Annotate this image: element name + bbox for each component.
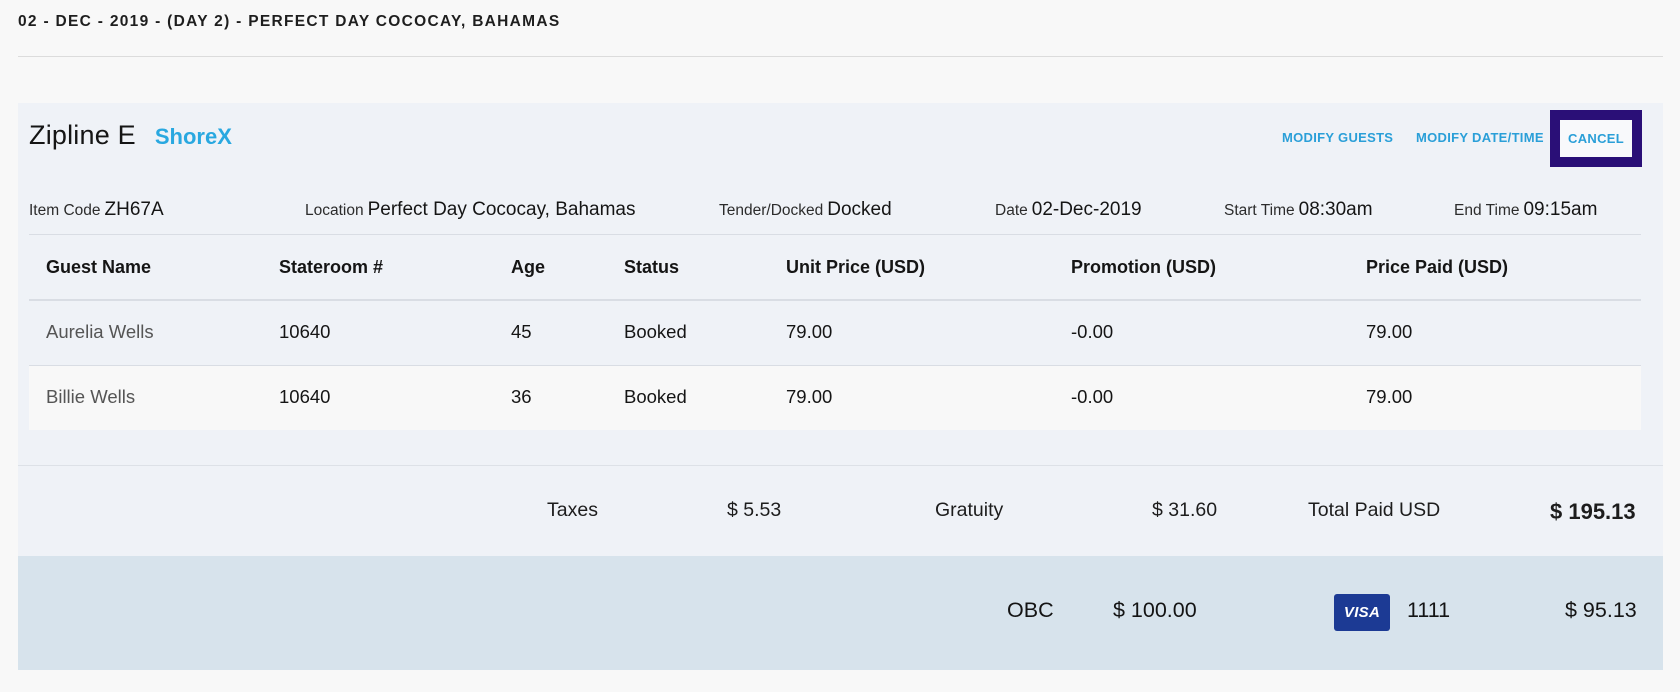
column-header: Guest Name [46, 257, 152, 277]
end-time-value: 09:15am [1523, 199, 1598, 220]
gratuity-value: $ 31.60 [1152, 499, 1218, 521]
status: Booked [624, 321, 687, 342]
stateroom: 10640 [279, 386, 331, 407]
card-brand: VISA [1343, 604, 1381, 621]
column-header: Price Paid (USD) [1366, 257, 1509, 277]
promotion: -0.00 [1071, 321, 1114, 342]
date-label: Date [995, 202, 1028, 219]
taxes-value: $ 5.53 [727, 499, 782, 521]
location-label: Location [305, 202, 364, 219]
card-amount: $ 95.13 [1565, 598, 1637, 622]
day-header: 02 - DEC - 2019 - (DAY 2) - PERFECT DAY … [18, 13, 561, 30]
column-header: Status [624, 257, 680, 277]
payment-band: OBC $ 100.00 VISA 1111 $ 95.13 [18, 556, 1663, 670]
guest-name: Aurelia Wells [46, 321, 154, 342]
stateroom: 10640 [279, 321, 331, 342]
obc-label: OBC [1007, 598, 1054, 622]
end-time-label: End Time [1454, 202, 1520, 219]
item-title: Zipline E [29, 120, 136, 150]
visa-card-icon: VISA [1334, 594, 1390, 631]
item-code-value: ZH67A [104, 199, 164, 220]
date: Date 02-Dec-2019 [995, 199, 1142, 223]
booking-card: Zipline E ShoreX MODIFY GUESTS MODIFY DA… [18, 103, 1663, 670]
price-paid: 79.00 [1366, 321, 1413, 342]
column-header: Stateroom # [279, 257, 384, 277]
divider [18, 465, 1663, 466]
gratuity-label: Gratuity [935, 499, 1004, 521]
guest-name: Billie Wells [46, 386, 136, 407]
divider [18, 56, 1663, 57]
modify-date-time-link[interactable]: MODIFY DATE/TIME [1416, 130, 1544, 145]
tender-docked: Tender/Docked Docked [719, 199, 892, 223]
end-time: End Time 09:15am [1454, 199, 1597, 223]
unit-price: 79.00 [786, 321, 833, 342]
taxes-label: Taxes [547, 499, 598, 521]
item-category: ShoreX [154, 124, 232, 149]
start-time-value: 08:30am [1298, 199, 1373, 220]
start-time-label: Start Time [1224, 202, 1295, 219]
start-time: Start Time 08:30am [1224, 199, 1373, 223]
card-last4: 1111 [1407, 598, 1451, 622]
total-paid-label: Total Paid USD [1308, 499, 1441, 521]
total-paid-value: $ 195.13 [1550, 499, 1636, 524]
tender-label: Tender/Docked [719, 202, 824, 219]
column-header: Unit Price (USD) [786, 257, 926, 277]
location: Location Perfect Day Cococay, Bahamas [305, 199, 635, 223]
age: 45 [511, 321, 532, 342]
location-value: Perfect Day Cococay, Bahamas [367, 199, 636, 220]
promotion: -0.00 [1071, 386, 1114, 407]
table-row: Aurelia Wells 10640 45 Booked 79.00 -0.0… [29, 301, 1641, 365]
cancel-button[interactable]: CANCEL [1550, 110, 1642, 167]
cancel-label: CANCEL [1568, 131, 1624, 146]
modify-guests-link[interactable]: MODIFY GUESTS [1282, 130, 1393, 145]
price-paid: 79.00 [1366, 386, 1413, 407]
column-header: Age [511, 257, 546, 277]
item-code-label: Item Code [29, 202, 101, 219]
status: Booked [624, 386, 687, 407]
item-title-row: Zipline E ShoreX [29, 120, 232, 160]
divider [29, 234, 1641, 235]
unit-price: 79.00 [786, 386, 833, 407]
date-value: 02-Dec-2019 [1031, 199, 1142, 220]
age: 36 [511, 386, 532, 407]
column-header: Promotion (USD) [1071, 257, 1216, 277]
obc-amount: $ 100.00 [1113, 598, 1197, 622]
item-code: Item Code ZH67A [29, 199, 164, 223]
table-row: Billie Wells 10640 36 Booked 79.00 -0.00… [29, 366, 1641, 430]
tender-value: Docked [827, 199, 892, 220]
